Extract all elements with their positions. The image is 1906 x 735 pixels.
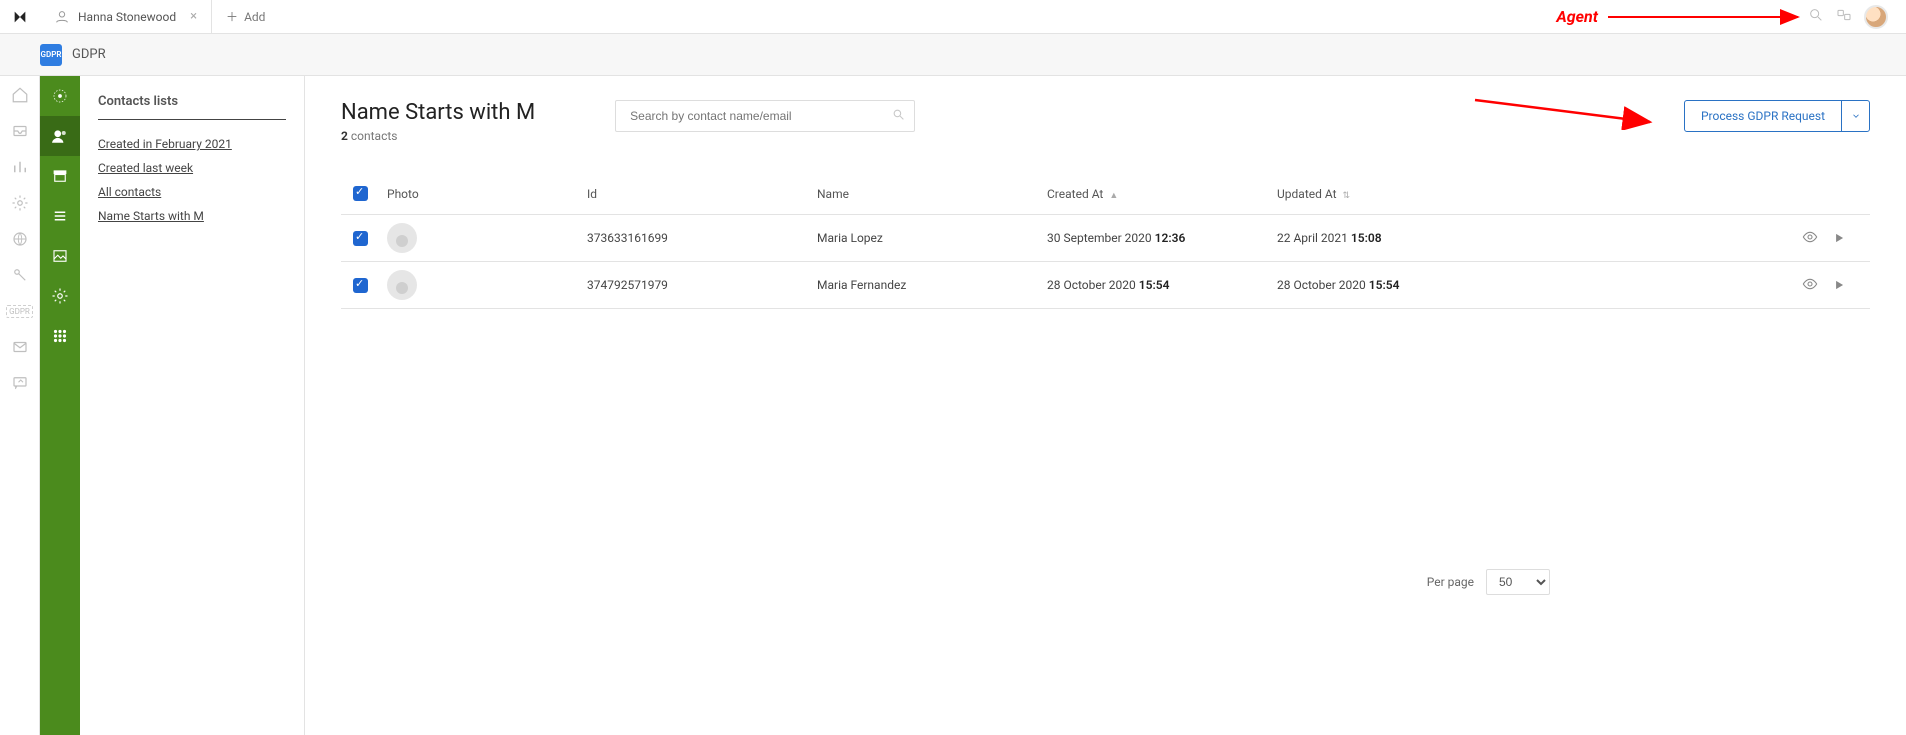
search-top-icon[interactable]	[1808, 7, 1824, 27]
inbox-icon[interactable]	[11, 122, 29, 140]
module-nav-gdpr-icon[interactable]	[40, 76, 80, 116]
list-header-row: Name Starts with M 2 contacts	[341, 100, 1870, 143]
brand-logo[interactable]	[0, 0, 40, 34]
view-icon[interactable]	[1802, 229, 1818, 245]
cell-updated: 28 October 2020 15:54	[1269, 262, 1780, 309]
tab-close-icon[interactable]: ×	[190, 9, 197, 24]
col-name[interactable]: Name	[809, 173, 1039, 215]
search-input[interactable]	[615, 100, 915, 132]
annotation-agent-label: Agent	[1556, 7, 1598, 26]
primary-rail: GDPR	[0, 76, 40, 735]
cell-name: Maria Fernandez	[809, 262, 1039, 309]
plus-icon: ＋	[226, 8, 238, 25]
list-count-suffix: contacts	[351, 129, 398, 143]
mail-icon[interactable]	[11, 338, 29, 356]
globe-icon[interactable]	[11, 230, 29, 248]
play-icon[interactable]	[1832, 278, 1846, 292]
top-right-icons	[1808, 5, 1898, 29]
sidebar-item[interactable]: Created in February 2021	[98, 132, 286, 156]
settings-icon[interactable]	[11, 194, 29, 212]
cell-id: 374792571979	[579, 262, 809, 309]
wand-icon[interactable]	[11, 266, 29, 284]
module-nav-settings-icon[interactable]	[40, 276, 80, 316]
gdpr-badge-icon: GDPR	[40, 44, 62, 66]
sort-both-icon: ⇅	[1343, 191, 1351, 201]
contact-photo-placeholder-icon	[387, 270, 417, 300]
col-created[interactable]: Created At ▲	[1039, 173, 1269, 215]
module-nav-archive-icon[interactable]	[40, 156, 80, 196]
annotation-process-arrow-icon	[1470, 94, 1660, 130]
cell-updated: 22 April 2021 15:08	[1269, 215, 1780, 262]
gdpr-rail-icon[interactable]: GDPR	[11, 302, 29, 320]
app-breadcrumb-strip: GDPR GDPR	[0, 34, 1906, 76]
cell-id: 373633161699	[579, 215, 809, 262]
notifications-icon[interactable]	[1836, 7, 1852, 27]
sort-asc-icon: ▲	[1109, 191, 1118, 201]
gdpr-badge-text: GDPR	[41, 50, 62, 59]
sidebar-item[interactable]: Created last week	[98, 156, 286, 180]
module-nav	[40, 76, 80, 735]
col-updated-label: Updated At	[1277, 187, 1337, 201]
person-icon	[54, 9, 70, 25]
table-row[interactable]: 373633161699Maria Lopez30 September 2020…	[341, 215, 1870, 262]
col-created-label: Created At	[1047, 187, 1103, 201]
module-nav-apps-icon[interactable]	[40, 316, 80, 356]
contact-photo-placeholder-icon	[387, 223, 417, 253]
cell-name: Maria Lopez	[809, 215, 1039, 262]
col-updated[interactable]: Updated At ⇅	[1269, 173, 1780, 215]
col-id[interactable]: Id	[579, 173, 809, 215]
process-gdpr-request-button[interactable]: Process GDPR Request	[1684, 100, 1870, 132]
play-icon[interactable]	[1832, 231, 1846, 245]
add-tab-label: Add	[244, 10, 265, 24]
view-icon[interactable]	[1802, 276, 1818, 292]
process-gdpr-request-dropdown[interactable]	[1841, 101, 1869, 131]
profile-avatar[interactable]	[1864, 5, 1888, 29]
cell-created: 28 October 2020 15:54	[1039, 262, 1269, 309]
tab-contact[interactable]: Hanna Stonewood ×	[40, 0, 212, 33]
sidebar-item[interactable]: Name Starts with M	[98, 204, 286, 228]
add-tab-button[interactable]: ＋ Add	[212, 0, 279, 33]
analytics-icon[interactable]	[11, 158, 29, 176]
search-icon[interactable]	[892, 108, 905, 124]
home-icon[interactable]	[11, 86, 29, 104]
list-subtitle: 2 contacts	[341, 129, 535, 143]
tab-contact-label: Hanna Stonewood	[78, 10, 176, 24]
search-wrap	[615, 100, 915, 132]
pager: Per page 50	[341, 569, 1550, 595]
sidebar-list: Created in February 2021 Created last we…	[98, 132, 286, 228]
process-gdpr-request-label: Process GDPR Request	[1685, 101, 1841, 131]
module-title: GDPR	[72, 47, 106, 62]
annotation-agent-arrow-icon	[1608, 7, 1808, 27]
module-nav-list-icon[interactable]	[40, 196, 80, 236]
pager-label: Per page	[1427, 575, 1474, 589]
brand-logo-icon	[12, 9, 28, 25]
cell-created: 30 September 2020 12:36	[1039, 215, 1269, 262]
row-checkbox[interactable]	[353, 231, 368, 246]
contacts-table: Photo Id Name Created At ▲ Updated At ⇅ …	[341, 173, 1870, 309]
contacts-lists-sidebar: Contacts lists Created in February 2021 …	[80, 76, 305, 735]
list-count: 2	[341, 129, 348, 143]
comment-icon[interactable]	[11, 374, 29, 392]
table-row[interactable]: 374792571979Maria Fernandez28 October 20…	[341, 262, 1870, 309]
sidebar-item[interactable]: All contacts	[98, 180, 286, 204]
select-all-checkbox[interactable]	[353, 186, 368, 201]
module-nav-contacts-icon[interactable]	[40, 116, 80, 156]
chevron-down-icon	[1851, 111, 1861, 121]
row-checkbox[interactable]	[353, 278, 368, 293]
sidebar-heading: Contacts lists	[98, 94, 286, 120]
list-title: Name Starts with M	[341, 100, 535, 125]
col-photo[interactable]: Photo	[379, 173, 579, 215]
module-nav-image-icon[interactable]	[40, 236, 80, 276]
pager-select[interactable]: 50	[1486, 569, 1550, 595]
main-panel: Name Starts with M 2 contacts	[305, 76, 1906, 735]
top-tab-bar: Hanna Stonewood × ＋ Add Agent	[0, 0, 1906, 34]
